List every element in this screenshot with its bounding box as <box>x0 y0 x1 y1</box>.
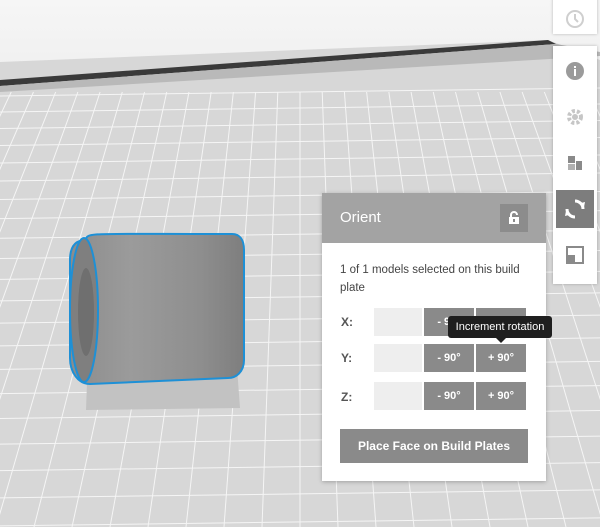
settings-icon[interactable] <box>556 98 594 136</box>
toolbar-top <box>553 0 597 34</box>
z-plus-90-button[interactable]: + 90° <box>476 382 526 410</box>
place-face-button[interactable]: Place Face on Build Plates <box>340 429 528 463</box>
axis-label-z: Z: <box>341 390 353 404</box>
info-icon[interactable] <box>556 52 594 90</box>
toolbar-main <box>553 46 597 284</box>
increment-rotation-tooltip: Increment rotation <box>448 316 552 338</box>
y-rotation-field[interactable] <box>374 344 422 372</box>
y-plus-90-button[interactable]: + 90° <box>476 344 526 372</box>
z-minus-90-button[interactable]: - 90° <box>424 382 474 410</box>
y-minus-90-button[interactable]: - 90° <box>424 344 474 372</box>
x-rotation-field[interactable] <box>374 308 422 336</box>
tooltip-arrow <box>496 338 506 343</box>
axis-label-x: X: <box>341 315 353 329</box>
scale-icon[interactable] <box>556 236 594 274</box>
axis-label-y: Y: <box>341 351 353 365</box>
panel-title: Orient <box>340 209 381 226</box>
orient-panel-header: Orient <box>322 193 546 243</box>
history-icon[interactable] <box>556 0 594 38</box>
orient-icon[interactable] <box>556 190 594 228</box>
lock-icon[interactable] <box>500 204 528 232</box>
arrange-icon[interactable] <box>556 144 594 182</box>
z-rotation-field[interactable] <box>374 382 422 410</box>
cylinder-model[interactable] <box>69 232 245 386</box>
selection-info: 1 of 1 models selected on this build pla… <box>340 264 520 294</box>
